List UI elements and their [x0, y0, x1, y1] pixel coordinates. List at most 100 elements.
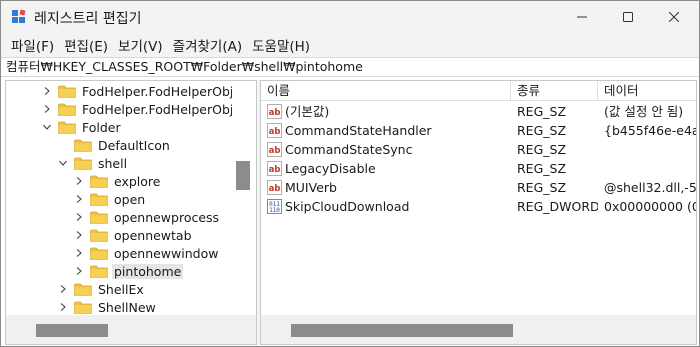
folder-icon — [74, 157, 92, 170]
value-name: LegacyDisable — [285, 161, 376, 176]
tree-vertical-scrollbar[interactable] — [232, 81, 250, 315]
chevron-right-icon[interactable] — [57, 280, 69, 298]
menu-favorites[interactable]: 즐겨찾기(A) — [168, 35, 247, 55]
maximize-icon — [623, 11, 633, 22]
folder-icon — [90, 211, 108, 224]
chevron-right-icon[interactable] — [57, 298, 69, 316]
menu-edit[interactable]: 편집(E) — [59, 35, 113, 55]
svg-text:ab: ab — [269, 146, 281, 156]
chevron-right-icon[interactable] — [41, 100, 53, 118]
minimize-button[interactable] — [559, 1, 605, 32]
menu-view[interactable]: 보기(V) — [113, 35, 168, 55]
close-icon — [669, 11, 679, 22]
list-horizontal-scroll-thumb[interactable] — [291, 324, 513, 337]
folder-icon — [58, 121, 76, 134]
minimize-icon — [577, 16, 587, 17]
tree-item[interactable]: pintohome — [73, 262, 184, 280]
chevron-right-icon[interactable] — [73, 262, 85, 280]
value-data: 0x00000000 (0) — [604, 199, 697, 214]
value-data — [604, 140, 696, 159]
value-name: MUIVerb — [285, 180, 337, 195]
tree-item-label: opennewwindow — [114, 245, 219, 261]
folder-icon — [74, 301, 92, 314]
tree-item-label: ShellEx — [98, 281, 144, 297]
chevron-down-icon[interactable] — [57, 154, 69, 172]
tree-item-label: opennewtab — [114, 227, 192, 243]
chevron-down-icon[interactable] — [41, 118, 53, 136]
value-type: REG_SZ — [517, 123, 567, 138]
tree-item[interactable]: open — [73, 190, 147, 208]
binary-value-icon: 011 110 — [267, 199, 282, 214]
folder-icon — [90, 175, 108, 188]
menu-file[interactable]: 파일(F) — [6, 35, 59, 55]
tree-item[interactable]: opennewtab — [73, 226, 194, 244]
value-list-pane: 이름 종류 데이터 ab (기본값) REG_SZ (값 설정 안 됨) ab Comma… — [260, 80, 697, 345]
list-row[interactable]: ab LegacyDisable REG_SZ — [261, 159, 696, 178]
tree-item[interactable]: opennewprocess — [73, 208, 221, 226]
value-type: REG_SZ — [517, 142, 567, 157]
column-header-type[interactable]: 종류 — [511, 81, 598, 101]
folder-icon — [90, 229, 108, 242]
registry-editor-window: 레지스트리 편집기 파일(F) 편집(E) 보기(V) 즐겨찾기(A) 도움말(… — [0, 0, 700, 347]
tree-item[interactable]: FodHelper.FodHelperObj — [41, 82, 235, 100]
address-bar[interactable]: 컴퓨터₩HKEY_CLASSES_ROOT₩Folder₩shell₩pinto… — [1, 57, 699, 77]
svg-text:ab: ab — [269, 184, 281, 194]
chevron-right-icon[interactable] — [73, 190, 85, 208]
tree-item[interactable]: shell — [57, 154, 129, 172]
list-row[interactable]: ab CommandStateHandler REG_SZ {b455f46e-e4a… — [261, 121, 696, 140]
folder-icon — [90, 193, 108, 206]
folder-icon — [74, 139, 92, 152]
svg-text:ab: ab — [269, 165, 281, 175]
value-type: REG_DWORD — [517, 199, 598, 214]
value-data: {b455f46e-e4af-4 — [604, 123, 696, 138]
chevron-right-icon[interactable] — [73, 244, 85, 262]
svg-text:110: 110 — [269, 207, 280, 214]
tree-item-label: DefaultIcon — [98, 137, 170, 153]
list-header: 이름 종류 데이터 — [261, 81, 696, 101]
list-row[interactable]: ab (기본값) REG_SZ (값 설정 안 됨) — [261, 102, 696, 121]
maximize-button[interactable] — [605, 1, 651, 32]
svg-text:ab: ab — [269, 108, 281, 118]
menu-bar: 파일(F) 편집(E) 보기(V) 즐겨찾기(A) 도움말(H) — [1, 32, 699, 57]
regedit-icon — [12, 9, 26, 23]
string-value-icon: ab — [267, 123, 282, 138]
folder-icon — [58, 103, 76, 116]
tree-item-label-selected: pintohome — [112, 263, 184, 279]
value-name: CommandStateSync — [285, 142, 413, 157]
tree-item-label: FodHelper.FodHelperObj — [82, 83, 234, 99]
value-type: REG_SZ — [517, 104, 567, 119]
column-header-data[interactable]: 데이터 — [598, 81, 696, 101]
window-title: 레지스트리 편집기 — [34, 11, 142, 27]
value-data: (값 설정 안 됨) — [604, 104, 684, 119]
value-data — [604, 159, 696, 178]
list-row[interactable]: ab CommandStateSync REG_SZ — [261, 140, 696, 159]
tree-item[interactable]: ShellEx — [57, 280, 146, 298]
column-header-name[interactable]: 이름 — [261, 81, 511, 101]
tree-item[interactable]: opennewwindow — [73, 244, 220, 262]
tree-horizontal-scroll-thumb[interactable] — [36, 324, 108, 337]
chevron-right-icon[interactable] — [73, 172, 85, 190]
list-row[interactable]: ab MUIVerb REG_SZ @shell32.dll,-513 — [261, 178, 696, 197]
tree-item[interactable]: FodHelper.FodHelperObj.1 — [41, 100, 247, 118]
close-button[interactable] — [651, 1, 697, 32]
tree-item[interactable]: ShellNew — [57, 298, 158, 316]
tree-item[interactable]: Folder — [41, 118, 123, 136]
folder-icon — [90, 247, 108, 260]
chevron-right-icon[interactable] — [41, 82, 53, 100]
key-tree-pane: ShellNew ShellEx pintohome opennewwindow ope… — [5, 80, 257, 345]
menu-help[interactable]: 도움말(H) — [247, 35, 315, 55]
tree-item-label: ShellNew — [98, 299, 156, 315]
folder-icon — [90, 265, 108, 278]
tree-item-label: Folder — [82, 119, 121, 135]
tree-item-label: FodHelper.FodHelperObj.1 — [82, 101, 246, 117]
tree-vertical-scroll-thumb[interactable] — [236, 161, 250, 190]
tree-item[interactable]: explore — [73, 172, 162, 190]
value-name: SkipCloudDownload — [285, 199, 410, 214]
list-row[interactable]: 011 110 SkipCloudDownload REG_DWORD 0x000000… — [261, 197, 697, 216]
tree-item[interactable]: DefaultIcon — [57, 136, 172, 154]
value-name: (기본값) — [285, 104, 330, 119]
string-value-icon: ab — [267, 104, 282, 119]
chevron-right-icon[interactable] — [73, 226, 85, 244]
chevron-right-icon[interactable] — [73, 208, 85, 226]
string-value-icon: ab — [267, 142, 282, 157]
